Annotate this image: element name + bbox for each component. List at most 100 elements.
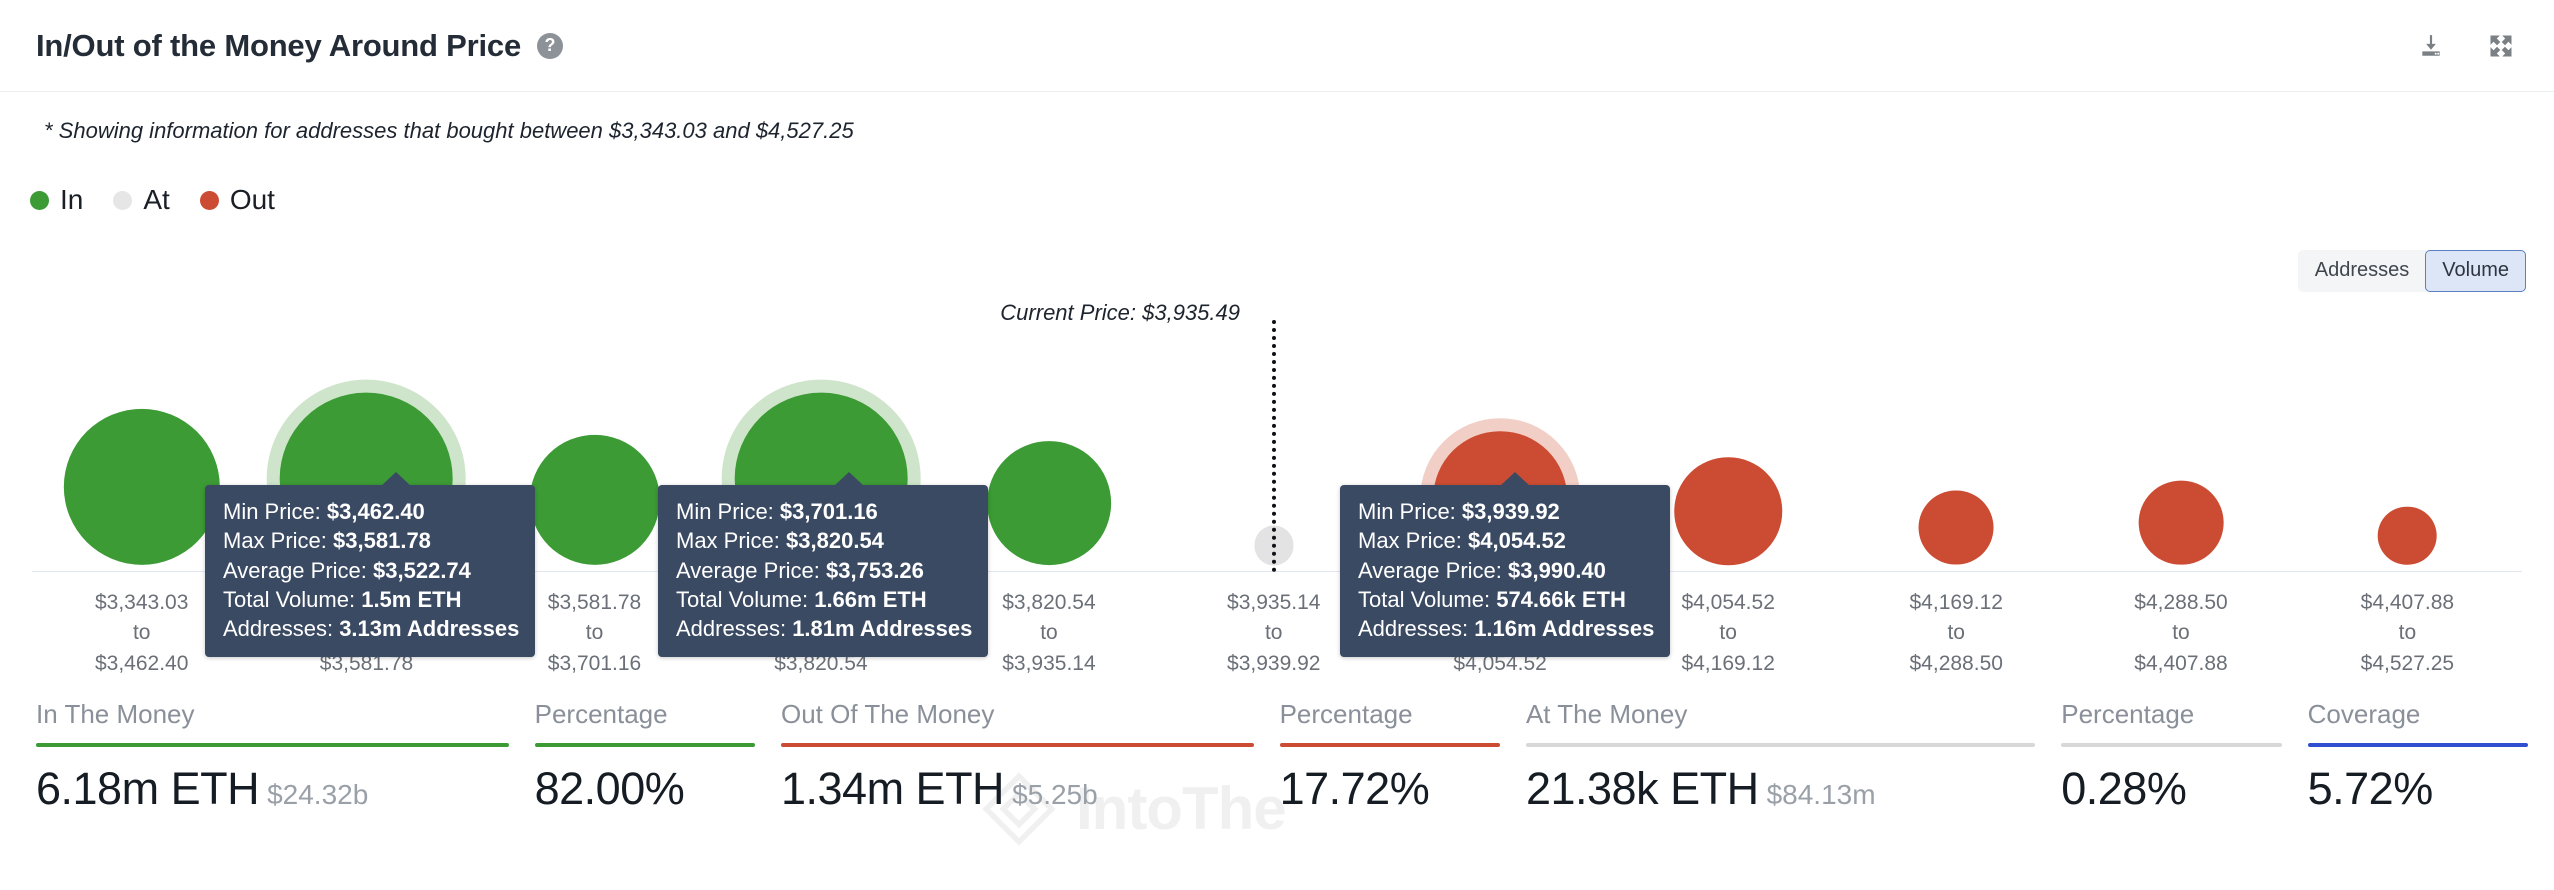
x-axis-tick-from: $4,407.88 [2360, 591, 2455, 614]
tooltip-average-price-row: Average Price: $3,990.40 [1358, 557, 1606, 583]
tooltip-total-volume-row: Total Volume: 574.66k ETH [1358, 586, 1626, 612]
x-axis-tick: $3,935.14 to $3,939.92 [1227, 588, 1320, 679]
x-axis-tick-separator: to [1947, 621, 1965, 645]
legend-item-out[interactable]: Out [199, 184, 275, 215]
tooltip-min-price-row: Min Price: $3,701.16 [676, 499, 878, 524]
x-axis-tick-separator: to [132, 621, 151, 645]
bubble-tooltip: Min Price: $3,939.92 Max Price: $4,054.5… [1340, 472, 1671, 658]
x-axis-tick-separator: to [1040, 621, 1058, 645]
x-axis-tick-from: $4,169.12 [1909, 591, 2003, 614]
current-price-line [1272, 320, 1276, 572]
x-axis-tick: $4,054.52 to $4,169.12 [1681, 588, 1774, 679]
x-axis-tick-to: $3,935.14 [1002, 651, 1096, 675]
stat-value-usd: $24.32b [267, 778, 369, 810]
tooltip-min-price-row: Min Price: $3,462.40 [223, 499, 425, 524]
chart-subtitle: * Showing information for addresses that… [44, 118, 854, 143]
x-axis-tick: $4,407.88 to $4,527.25 [2361, 588, 2454, 679]
legend-dot-in-icon [30, 190, 49, 210]
bubble-in-the-money[interactable] [529, 434, 660, 565]
stat-label: Percentage [1279, 699, 1413, 729]
x-axis-tick: $3,581.78 to $3,701.16 [548, 588, 641, 679]
page-title: In/Out of the Money Around Price [36, 27, 522, 63]
download-icon[interactable] [2414, 29, 2448, 63]
tooltip-addresses-row: Addresses: 1.16m Addresses [1358, 616, 1655, 641]
x-axis-tick-to: $4,288.50 [1909, 651, 2003, 675]
stat-rule [780, 742, 1254, 747]
stat-label: At The Money [1525, 699, 1688, 729]
x-axis-tick-separator: to [2398, 621, 2417, 645]
toggle-addresses-button[interactable]: Addresses [2297, 250, 2427, 292]
x-axis-tick: $4,288.50 to $4,407.88 [2134, 588, 2227, 679]
x-axis-tick-to: $3,701.16 [547, 651, 642, 675]
bubble-out-of-the-money[interactable] [1918, 490, 1994, 565]
stat-block: Percentage 0.28% [2061, 700, 2307, 812]
card-header: In/Out of the Money Around Price ? [0, 0, 2554, 92]
chart-legend: In At Out [30, 186, 275, 214]
stat-label: Percentage [534, 699, 668, 729]
bubble-out-of-the-money[interactable] [1674, 457, 1782, 565]
stat-label: In The Money [36, 699, 195, 729]
legend-label-in: In [60, 184, 84, 215]
tooltip-max-price-row: Max Price: $3,820.54 [676, 528, 884, 554]
bubble-tooltip: Min Price: $3,462.40 Max Price: $3,581.7… [205, 472, 536, 658]
tooltip-total-volume-row: Total Volume: 1.66m ETH [676, 586, 927, 612]
stat-block: Percentage 17.72% [1279, 699, 1526, 812]
stat-value: 82.00% [534, 762, 685, 814]
stat-rule [534, 742, 755, 747]
stat-block: Coverage 5.72% [2307, 699, 2554, 814]
toggle-volume-button[interactable]: Volume [2425, 250, 2526, 292]
stat-block: Out Of The Money 1.34m ETH $5.25b [780, 699, 1280, 814]
legend-dot-at-icon [113, 190, 133, 210]
bubble-out-of-the-money[interactable] [2138, 480, 2224, 565]
stat-rule [2061, 742, 2282, 747]
tooltip-addresses-row: Addresses: 1.81m Addresses [676, 616, 973, 641]
bubble-tooltip: Min Price: $3,701.16 Max Price: $3,820.5… [658, 472, 989, 658]
stat-block: In The Money 6.18m ETH $24.32b [36, 700, 535, 812]
stat-value: 6.18m ETH $24.32b [36, 762, 369, 814]
stat-label: Out Of The Money [780, 699, 995, 729]
question-mark-circle-icon[interactable]: ? [537, 32, 564, 59]
x-axis-tick-separator: to [1719, 621, 1737, 645]
stat-rule [2307, 742, 2528, 747]
legend-label-out: Out [229, 184, 275, 215]
x-axis-tick-from: $3,343.03 [94, 591, 189, 614]
x-axis-tick-from: $3,581.78 [547, 591, 642, 614]
tooltip-average-price-row: Average Price: $3,753.26 [676, 557, 924, 583]
x-axis-tick-separator: to [585, 621, 604, 645]
stat-value-usd: $5.25b [1012, 778, 1098, 810]
stat-block: At The Money 21.38k ETH $84.13m [1525, 699, 2061, 812]
legend-item-in[interactable]: In [30, 186, 83, 214]
stat-rule [36, 742, 509, 747]
x-axis-tick-from: $4,054.52 [1681, 591, 1775, 614]
x-axis-tick-from: $4,288.50 [2134, 591, 2228, 614]
x-axis-tick-to: $4,169.12 [1681, 651, 1775, 675]
x-axis-tick-to: $4,527.25 [2360, 651, 2455, 675]
tooltip-average-price-row: Average Price: $3,522.74 [223, 557, 471, 583]
metric-toggle-group: Addresses Volume [2297, 250, 2526, 292]
tooltip-total-volume-row: Total Volume: 1.5m ETH [223, 586, 462, 612]
stat-rule [1525, 742, 2036, 747]
tooltip-max-price-row: Max Price: $4,054.52 [1358, 528, 1566, 554]
legend-item-at[interactable]: At [113, 186, 170, 214]
bubble-out-of-the-money[interactable] [2378, 506, 2437, 565]
bubble-in-the-money[interactable] [987, 441, 1111, 565]
tooltip-max-price-row: Max Price: $3,581.78 [223, 528, 431, 554]
stat-block: Percentage 82.00% [534, 699, 781, 814]
x-axis-tick-to: $3,462.40 [94, 651, 189, 675]
stat-value: 5.72% [2307, 762, 2434, 814]
x-axis-tick-to: $3,939.92 [1227, 651, 1321, 675]
stats-row: In The Money 6.18m ETH $24.32b Percentage 82… [0, 700, 2554, 812]
stat-rule [1279, 742, 1500, 747]
expand-icon[interactable] [2484, 29, 2518, 63]
stat-label: Percentage [2061, 699, 2195, 729]
header-actions [2414, 29, 2518, 63]
stat-label: Coverage [2307, 699, 2421, 729]
stat-value: 1.34m ETH $5.25b [780, 762, 1098, 814]
x-axis-tick-to: $4,407.88 [2134, 651, 2228, 675]
current-price-label: Current Price: $3,935.49 [1000, 300, 1240, 325]
bubble-in-the-money[interactable] [63, 408, 220, 565]
x-axis-tick-from: $3,935.14 [1227, 591, 1321, 614]
stat-value: 0.28% [2061, 762, 2187, 814]
x-axis-tick-separator: to [1264, 621, 1283, 645]
tooltip-addresses-row: Addresses: 3.13m Addresses [223, 616, 520, 641]
